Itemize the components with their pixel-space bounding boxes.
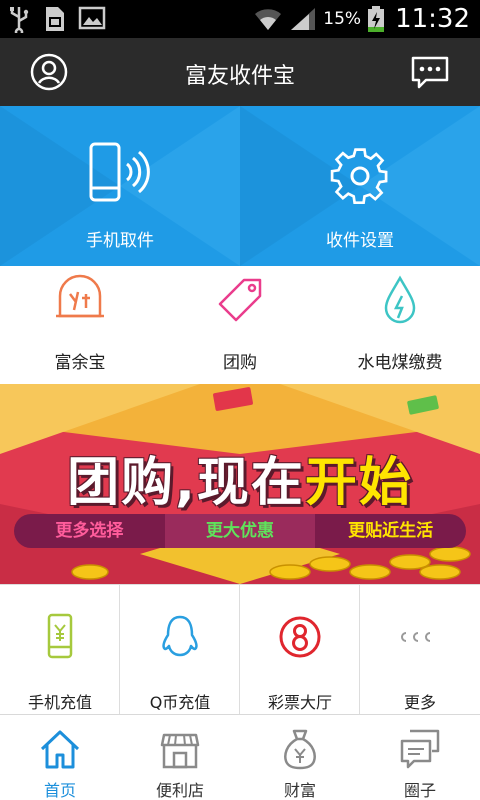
service-label: 水电煤缴费 bbox=[357, 353, 443, 373]
title-bar: 富友收件宝 bbox=[0, 38, 480, 106]
phone-nfc-icon bbox=[89, 142, 150, 202]
chat-bubbles-icon bbox=[400, 729, 440, 769]
banner-slogan-3: 更贴近生活 bbox=[348, 521, 434, 541]
pickup-label: 手机取件 bbox=[86, 231, 154, 251]
pickup-tile[interactable]: 手机取件 bbox=[0, 106, 240, 266]
service-fuyubao[interactable]: 富余宝 bbox=[0, 266, 160, 384]
tab-label: 圈子 bbox=[403, 781, 436, 800]
more-dots-icon bbox=[401, 632, 431, 642]
service-label: 团购 bbox=[223, 353, 257, 373]
image-icon bbox=[78, 6, 106, 30]
tab-store[interactable]: 便利店 bbox=[120, 715, 240, 800]
banner-slogan-bar: 更多选择 更大优惠 更贴近生活 bbox=[14, 514, 466, 548]
qcoin-topup-button[interactable]: Q币充值 bbox=[120, 585, 240, 715]
quick-action-label: 彩票大厅 bbox=[267, 693, 332, 712]
qq-penguin-icon bbox=[162, 615, 198, 657]
bottom-nav: 首页 便利店 财富 圈子 bbox=[0, 714, 480, 800]
service-utilities[interactable]: 水电煤缴费 bbox=[320, 266, 480, 384]
home-icon bbox=[40, 730, 80, 769]
tab-circle[interactable]: 圈子 bbox=[360, 715, 480, 800]
signal-icon bbox=[291, 8, 316, 30]
service-group-buy[interactable]: 团购 bbox=[160, 266, 320, 384]
message-icon bbox=[411, 56, 449, 89]
status-right: 15% 11:32 bbox=[253, 4, 470, 34]
tab-label: 首页 bbox=[43, 781, 76, 800]
water-drop-icon bbox=[384, 275, 416, 324]
mobile-topup-button[interactable]: 手机充值 bbox=[0, 585, 120, 715]
notification-icons bbox=[8, 5, 106, 33]
tab-label: 便利店 bbox=[155, 781, 204, 800]
receive-settings-label: 收件设置 bbox=[326, 231, 394, 251]
receive-settings-tile[interactable]: 收件设置 bbox=[240, 106, 480, 266]
money-bag-icon bbox=[284, 729, 316, 770]
clock: 11:32 bbox=[395, 4, 470, 34]
app-title: 富友收件宝 bbox=[184, 64, 295, 89]
banner-headline-part1: 团购,现在 bbox=[67, 453, 305, 513]
hero-panel: 手机取件 收件设置 bbox=[0, 106, 480, 266]
battery-percent: 15% bbox=[323, 9, 362, 29]
quick-action-label: Q币充值 bbox=[149, 693, 211, 712]
banner-headline-part2: 开始 bbox=[304, 453, 413, 513]
banner-slogan-1: 更多选择 bbox=[55, 521, 124, 541]
more-button[interactable]: 更多 bbox=[360, 585, 480, 715]
lottery-hall-button[interactable]: 彩票大厅 bbox=[240, 585, 360, 715]
tag-icon bbox=[218, 278, 262, 322]
usb-icon bbox=[10, 7, 29, 33]
gear-icon bbox=[330, 148, 388, 205]
lottery-ball-icon bbox=[279, 616, 321, 658]
group-buy-banner[interactable]: 团购,现在开始 更多选择 更大优惠 更贴近生活 bbox=[0, 384, 480, 584]
services-row: 富余宝 团购 水电煤缴费 bbox=[0, 266, 480, 384]
status-bar: 15% 11:32 bbox=[0, 0, 480, 38]
sd-card-icon bbox=[46, 7, 64, 31]
battery-charging-icon bbox=[368, 6, 385, 32]
tab-label: 财富 bbox=[283, 781, 316, 800]
wifi-icon bbox=[255, 9, 282, 31]
quick-actions-grid: 手机充值 Q币充值 彩票大厅 更多 bbox=[0, 584, 480, 715]
service-label: 富余宝 bbox=[54, 353, 106, 373]
banner-headline: 团购,现在开始 bbox=[0, 440, 480, 515]
mobile-topup-icon bbox=[47, 613, 73, 659]
coin-bag-icon bbox=[56, 274, 104, 318]
quick-action-label: 手机充值 bbox=[27, 693, 92, 712]
banner-slogan-2: 更大优惠 bbox=[164, 514, 316, 548]
tab-wealth[interactable]: 财富 bbox=[240, 715, 360, 800]
messages-button[interactable] bbox=[410, 55, 450, 91]
tab-home[interactable]: 首页 bbox=[0, 715, 120, 800]
store-icon bbox=[160, 733, 200, 769]
quick-action-label: 更多 bbox=[403, 693, 436, 712]
